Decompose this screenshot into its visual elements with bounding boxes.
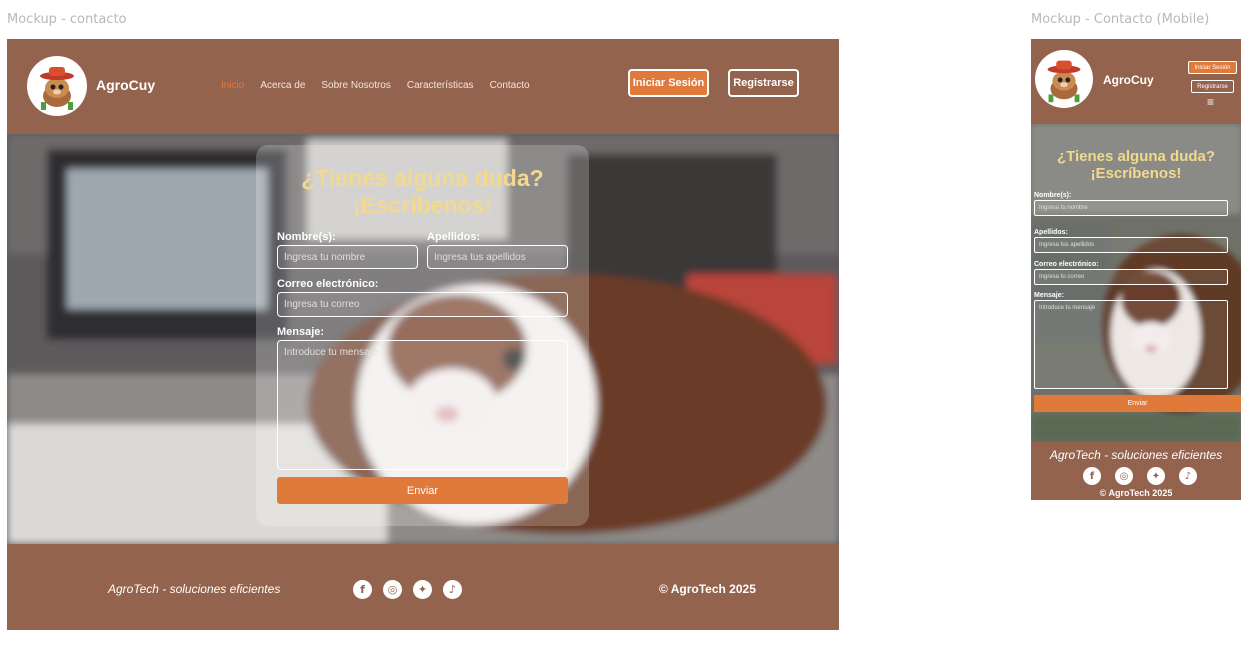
mobile-mockup: AgroCuy Iniciar Sesión Registrarse ≡ ¿Ti… [1031, 39, 1241, 500]
hamburger-menu-icon[interactable]: ≡ [1207, 95, 1214, 109]
mobile-form-title: ¿Tienes alguna duda? ¡Escríbenos! [1031, 148, 1241, 182]
mobile-apellidos-input[interactable]: Ingresa tus apellidos [1034, 237, 1228, 253]
nombre-label: Nombre(s): [277, 231, 336, 243]
mobile-social-links: f ◎ ✦ ♪ [1083, 467, 1197, 485]
mensaje-label: Mensaje: [277, 326, 325, 338]
mobile-header: AgroCuy Iniciar Sesión Registrarse ≡ [1031, 39, 1241, 124]
nav-caracteristicas[interactable]: Características [407, 80, 474, 91]
mobile-login-button[interactable]: Iniciar Sesión [1188, 61, 1237, 74]
nav-inicio[interactable]: Inicio [221, 80, 244, 91]
form-title-line2: ¡Escríbenos! [352, 192, 493, 218]
instagram-icon[interactable]: ◎ [383, 580, 402, 599]
mobile-frame-label: Mockup - Contacto (Mobile) [1031, 12, 1210, 27]
facebook-icon[interactable]: f [1083, 467, 1101, 485]
nav-contacto[interactable]: Contacto [490, 80, 530, 91]
nombre-input[interactable]: Ingresa tu nombre [277, 245, 418, 269]
contact-form-card: ¿Tienes alguna duda? ¡Escríbenos! Nombre… [256, 145, 589, 526]
login-button[interactable]: Iniciar Sesión [628, 69, 709, 97]
mobile-nombre-input[interactable]: Ingresa tu nombre [1034, 200, 1228, 216]
correo-label: Correo electrónico: [277, 278, 379, 290]
desktop-mockup: AgroCuy Inicio Acerca de Sobre Nosotros … [7, 39, 839, 630]
mobile-brand-name[interactable]: AgroCuy [1103, 73, 1154, 87]
mensaje-textarea[interactable]: Introduce tu mensaje [277, 340, 568, 470]
form-title: ¿Tienes alguna duda? ¡Escríbenos! [256, 165, 589, 219]
mobile-footer: AgroTech - soluciones eficientes f ◎ ✦ ♪… [1031, 442, 1241, 500]
social-links: f ◎ ✦ ♪ [353, 580, 462, 599]
desktop-frame-label: Mockup - contacto [7, 12, 127, 27]
logo[interactable] [27, 56, 87, 116]
mobile-nombre-label: Nombre(s): [1034, 192, 1072, 199]
mobile-copyright: © AgroTech 2025 [1099, 488, 1173, 498]
instagram-icon[interactable]: ◎ [1115, 467, 1133, 485]
brand-name[interactable]: AgroCuy [96, 77, 155, 93]
mobile-apellidos-label: Apellidos: [1034, 229, 1068, 236]
mobile-correo-label: Correo electrónico: [1034, 261, 1099, 268]
apellidos-input[interactable]: Ingresa tus apellidos [427, 245, 568, 269]
header: AgroCuy Inicio Acerca de Sobre Nosotros … [7, 39, 839, 134]
footer: AgroTech - soluciones eficientes f ◎ ✦ ♪… [7, 544, 839, 630]
mobile-footer-tagline: AgroTech - soluciones eficientes [1049, 448, 1223, 462]
main-nav: Inicio Acerca de Sobre Nosotros Caracter… [221, 80, 530, 91]
apellidos-label: Apellidos: [427, 231, 481, 243]
nav-acerca-de[interactable]: Acerca de [260, 80, 305, 91]
mobile-send-button[interactable]: Enviar [1034, 395, 1241, 412]
mobile-logo[interactable] [1035, 50, 1093, 108]
mobile-mensaje-label: Mensaje: [1034, 292, 1064, 299]
facebook-icon[interactable]: f [353, 580, 372, 599]
mobile-form-title-line1: ¿Tienes alguna duda? [1056, 148, 1216, 165]
register-button[interactable]: Registrarse [728, 69, 799, 97]
twitter-icon[interactable]: ✦ [413, 580, 432, 599]
nav-sobre-nosotros[interactable]: Sobre Nosotros [321, 80, 390, 91]
tiktok-icon[interactable]: ♪ [443, 580, 462, 599]
twitter-icon[interactable]: ✦ [1147, 467, 1165, 485]
mobile-form-title-line2: ¡Escríbenos! [1090, 165, 1182, 182]
send-button[interactable]: Enviar [277, 477, 568, 504]
mobile-hero: ¿Tienes alguna duda? ¡Escríbenos! Nombre… [1031, 124, 1241, 442]
hero: ¿Tienes alguna duda? ¡Escríbenos! Nombre… [7, 134, 839, 544]
tiktok-icon[interactable]: ♪ [1179, 467, 1197, 485]
form-title-line1: ¿Tienes alguna duda? [301, 165, 544, 191]
mobile-mensaje-textarea[interactable]: Introduce tu mensaje [1034, 300, 1228, 389]
mobile-register-button[interactable]: Registrarse [1191, 80, 1234, 93]
copyright: © AgroTech 2025 [659, 582, 756, 596]
mobile-correo-input[interactable]: Ingresa tu correo [1034, 269, 1228, 285]
correo-input[interactable]: Ingresa tu correo [277, 292, 568, 317]
footer-tagline: AgroTech - soluciones eficientes [108, 582, 281, 596]
